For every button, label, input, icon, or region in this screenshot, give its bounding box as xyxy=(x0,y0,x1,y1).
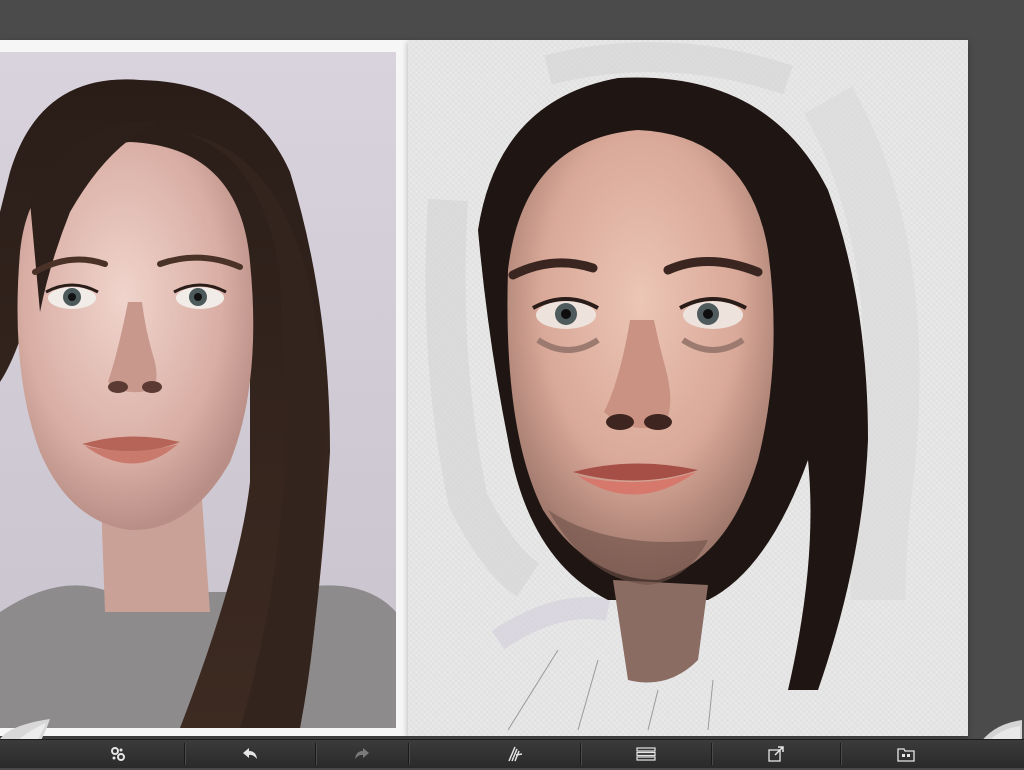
reference-photo xyxy=(0,52,396,728)
settings-gear-icon xyxy=(110,746,126,762)
gallery-button[interactable] xyxy=(841,740,971,768)
bottom-toolbar xyxy=(0,739,1024,768)
layers-button[interactable] xyxy=(581,740,711,768)
oil-painting-portrait-in-progress xyxy=(425,42,920,731)
brush-tool-button[interactable] xyxy=(450,740,580,768)
redo-arrow-icon xyxy=(353,747,371,761)
painting-canvas[interactable] xyxy=(408,40,968,736)
redo-button[interactable] xyxy=(316,740,408,768)
reference-panel[interactable] xyxy=(0,40,408,736)
gallery-folder-icon xyxy=(897,746,915,762)
brush-tool-icon xyxy=(506,745,524,763)
toolbar-divider xyxy=(408,743,409,765)
settings-button[interactable] xyxy=(52,740,184,768)
reference-photo-portrait xyxy=(0,79,396,728)
undo-arrow-icon xyxy=(241,747,259,761)
layers-icon xyxy=(636,747,656,761)
share-export-icon xyxy=(768,746,784,762)
undo-button[interactable] xyxy=(185,740,315,768)
share-button[interactable] xyxy=(712,740,840,768)
workspace xyxy=(0,0,1024,768)
